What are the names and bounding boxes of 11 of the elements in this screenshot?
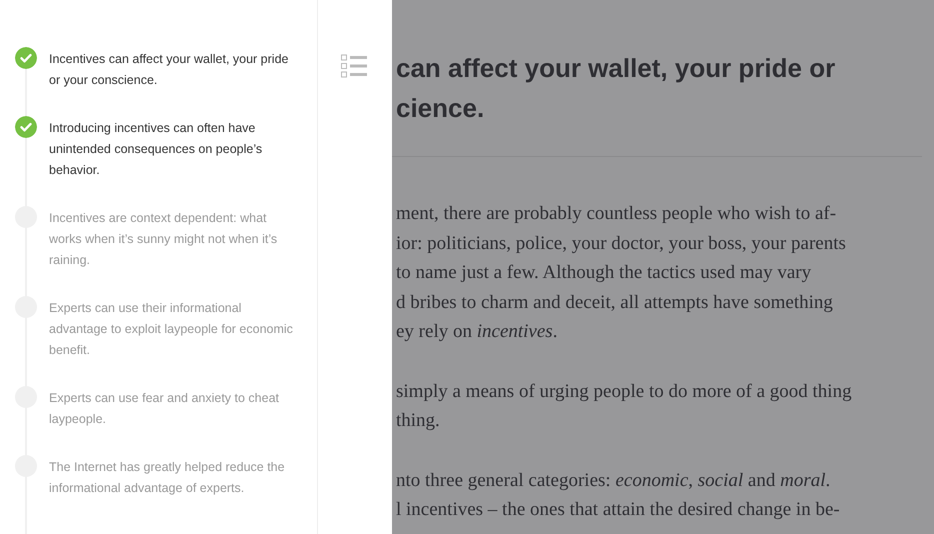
article-heading: can affect your wallet, your pride or cience. — [396, 52, 836, 125]
article-paragraph: ment, there are probably countless people who wish to af- ior: politicians, police, your doctor, your boss, your parents to name just a few. Although the tactics used may vary d bribes to charm and deceit, all attempts have something ey rely on incentives. — [396, 202, 847, 344]
chapter-link[interactable]: Incentives can affect your wallet, your pride or your conscience. — [49, 49, 299, 91]
chapter-link[interactable]: The Internet has greatly helped reduce the informational advantage of experts. — [49, 457, 299, 499]
list-icon[interactable] — [341, 54, 367, 78]
chapter-link[interactable]: Introducing incentives can often have unintended consequences on people’s behavior. — [49, 118, 299, 181]
chapter-link[interactable]: Incentives are context dependent: what works when it’s sunny might not when it’s raining. — [49, 208, 299, 271]
article-paragraph: nto three general categories: economic, social and moral. l incentives – the ones that attain the desired change in be- — [396, 468, 841, 522]
chapter-link[interactable]: Experts can use their informational advantage to exploit laypeople for economic benefit. — [49, 298, 299, 361]
article-paragraph: simply a means of urging people to do more of a good thing thing. — [396, 380, 853, 433]
chapter-link[interactable]: Experts can use fear and anxiety to cheat laypeople. — [49, 388, 299, 430]
